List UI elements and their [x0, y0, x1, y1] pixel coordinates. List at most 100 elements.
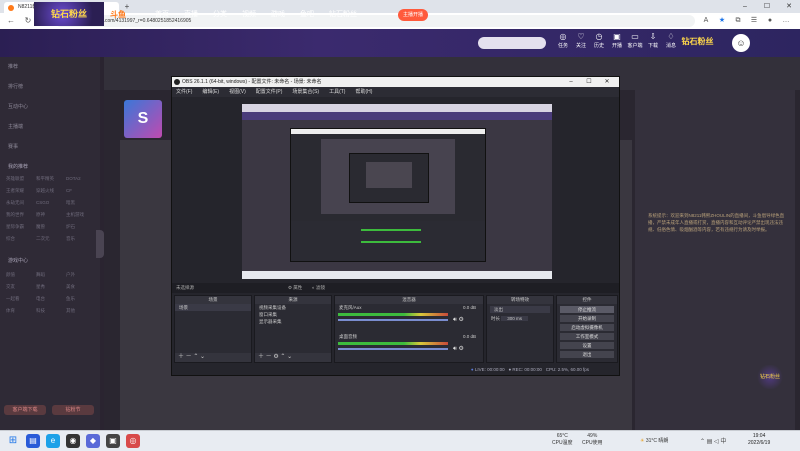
- audio-mixer-dock: 混音器 麦克风/Aux 0.0 dB 🔊︎ ⚙ 桌面音频 0.0 dB 🔊︎ ⚙: [334, 295, 484, 363]
- broadcast-button[interactable]: ▣ 开播: [608, 32, 626, 49]
- sidebar-collapse-handle[interactable]: [96, 230, 104, 258]
- follow-button[interactable]: ♡ 关注: [572, 32, 590, 49]
- properties-button[interactable]: ⚙ 属性: [288, 283, 302, 293]
- back-icon[interactable]: ←: [5, 15, 17, 27]
- minimize-icon[interactable]: –: [734, 0, 756, 13]
- start-stream-button[interactable]: 主播开播: [398, 9, 428, 21]
- monitor-icon: ▭: [631, 32, 639, 41]
- nav-category[interactable]: 分类: [213, 11, 227, 18]
- taskbar-clock[interactable]: 19:04 2022/6/19: [748, 433, 770, 447]
- language-icon[interactable]: 中: [720, 439, 726, 445]
- url-field[interactable]: https://www.douyu.com/4131997_r=0.648025…: [55, 15, 695, 27]
- obs-maximize-icon[interactable]: ☐: [580, 77, 598, 87]
- download-icon: ⇩: [649, 32, 657, 41]
- app-icon[interactable]: ▣: [106, 434, 120, 448]
- sidebar-item-rank[interactable]: 排行榜: [8, 83, 23, 90]
- header-icon-bar: ◎ 任务 ♡ 关注 ◷ 历史 ▣ 开播 ▭ 客户端 ⇩ 下载 ♢ 消息: [554, 32, 680, 49]
- obs-minimize-icon[interactable]: –: [562, 77, 580, 87]
- app-icon[interactable]: ◆: [86, 434, 100, 448]
- network-icon[interactable]: ▤: [707, 439, 713, 445]
- virtual-camera-button[interactable]: 启动虚拟摄像机: [560, 324, 614, 331]
- obs-taskbar-icon[interactable]: ◉: [66, 434, 80, 448]
- studio-mode-button[interactable]: 工作室模式: [560, 333, 614, 340]
- weather-widget[interactable]: ☀ 31°C 晴朗: [640, 437, 668, 444]
- download-button[interactable]: ⇩ 下载: [644, 32, 662, 49]
- nav-home[interactable]: 首页: [155, 11, 169, 18]
- event-logo[interactable]: 钻石粉丝: [34, 2, 104, 26]
- exit-button[interactable]: 退出: [560, 351, 614, 358]
- scene-item[interactable]: 场景: [175, 304, 251, 311]
- site-nav: 首页 直播 分类 视频 游戏 鱼吧 钻石粉丝: [155, 9, 372, 19]
- transition-select[interactable]: 淡出: [490, 306, 550, 313]
- source-item[interactable]: 视频采集设备: [255, 304, 331, 311]
- nav-games[interactable]: 游戏: [271, 11, 285, 18]
- nested-obs-window: [290, 128, 486, 262]
- explorer-icon[interactable]: ▤: [26, 434, 40, 448]
- menu-file[interactable]: 文件(F): [176, 89, 192, 95]
- mic-speaker-icon[interactable]: 🔊︎ ⚙: [453, 316, 464, 324]
- sidebar-item-interact[interactable]: 互动中心: [8, 103, 28, 110]
- nav-yuba[interactable]: 鱼吧: [300, 11, 314, 18]
- task-button[interactable]: ◎ 任务: [554, 32, 572, 49]
- system-tray: ⌃ ▤ ◁ 中: [700, 436, 726, 445]
- obs-status-bar: ● LIVE: 00:00:00 ● REC: 00:00:00 CPU: 2.…: [172, 365, 619, 375]
- menu-help[interactable]: 帮助(H): [355, 89, 372, 95]
- menu-scene-collection[interactable]: 场景集合(S): [292, 89, 319, 95]
- reader-icon[interactable]: A: [698, 15, 714, 27]
- obs-menu-bar: 文件(F) 编辑(E) 视图(V) 配置文件(P) 场景集合(S) 工具(T) 帮助(H): [172, 87, 619, 97]
- event-logo-right[interactable]: 钻石粉丝: [675, 30, 720, 54]
- scenes-dock-toolbar[interactable]: ＋ － ⌃ ⌄: [175, 353, 251, 362]
- live-indicator-icon: ●: [470, 367, 474, 372]
- sidebar-item-recommend[interactable]: 推荐: [8, 63, 18, 70]
- client-download-button[interactable]: 客户端下载: [4, 405, 46, 415]
- history-button[interactable]: ◷ 历史: [590, 32, 608, 49]
- user-avatar[interactable]: ☺: [732, 34, 750, 52]
- desktop-speaker-icon[interactable]: 🔊︎ ⚙: [453, 345, 464, 353]
- chevron-up-icon[interactable]: ⌃: [700, 439, 705, 445]
- menu-profile[interactable]: 配置文件(P): [256, 89, 283, 95]
- maximize-icon[interactable]: ☐: [756, 0, 778, 13]
- mic-volume-slider[interactable]: [338, 319, 448, 321]
- search-input[interactable]: [478, 37, 546, 49]
- extensions-icon[interactable]: ⧉: [730, 15, 746, 27]
- profile-icon[interactable]: ●: [762, 15, 778, 27]
- menu-edit[interactable]: 编辑(E): [202, 89, 219, 95]
- cpu-usage-widget: 49% CPU使用: [582, 433, 603, 446]
- streamer-avatar[interactable]: S: [124, 100, 162, 138]
- start-recording-button[interactable]: 开始录制: [560, 315, 614, 322]
- client-button[interactable]: ▭ 客户端: [626, 32, 644, 49]
- brand-logo[interactable]: 斗鱼: [110, 9, 126, 20]
- cpu-fps-readout: CPU: 2.5%, 60.00 fps: [545, 367, 589, 372]
- obs-preview-canvas[interactable]: [242, 104, 552, 279]
- menu-view[interactable]: 视图(V): [229, 89, 246, 95]
- sidebar-item-anchor[interactable]: 主播端: [8, 123, 23, 130]
- windows-start-icon[interactable]: ⊞: [6, 434, 20, 448]
- side-event-badge[interactable]: 钻石粉丝: [756, 365, 784, 389]
- collections-icon[interactable]: ☰: [746, 15, 762, 27]
- volume-icon[interactable]: ◁: [714, 439, 719, 445]
- menu-tools[interactable]: 工具(T): [329, 89, 345, 95]
- cpu-temp-widget: 65°C CPU温度: [552, 433, 573, 446]
- more-icon[interactable]: …: [778, 15, 794, 27]
- sidebar-item-events[interactable]: 赛事: [8, 143, 18, 150]
- transition-duration-input[interactable]: 300 ms: [501, 316, 529, 321]
- desktop-volume-slider[interactable]: [338, 348, 448, 350]
- filters-button[interactable]: ◐ 滤镜: [312, 283, 325, 293]
- task-icon: ◎: [559, 32, 567, 41]
- sources-dock: 来源 视频采集设备 窗口采集 显示器采集 ＋ － ⚙ ⌃ ⌄: [254, 295, 332, 363]
- settings-button[interactable]: 设置: [560, 342, 614, 349]
- refresh-icon[interactable]: ↻: [22, 15, 34, 27]
- close-icon[interactable]: ✕: [778, 0, 800, 13]
- nav-diamond[interactable]: 钻石粉丝: [329, 11, 357, 18]
- stop-streaming-button[interactable]: 停止推流: [560, 306, 614, 313]
- diamond-fan-button[interactable]: 钻粉节: [52, 405, 94, 415]
- edge-icon[interactable]: e: [46, 434, 60, 448]
- sources-dock-toolbar[interactable]: ＋ － ⚙ ⌃ ⌄: [255, 353, 331, 362]
- obs-close-icon[interactable]: ✕: [598, 77, 616, 87]
- favorite-star-icon[interactable]: ★: [714, 15, 730, 27]
- source-item[interactable]: 显示器采集: [255, 318, 331, 325]
- nav-video[interactable]: 视频: [242, 11, 256, 18]
- app-icon[interactable]: ◎: [126, 434, 140, 448]
- nav-live[interactable]: 直播: [184, 11, 198, 18]
- source-item[interactable]: 窗口采集: [255, 311, 331, 318]
